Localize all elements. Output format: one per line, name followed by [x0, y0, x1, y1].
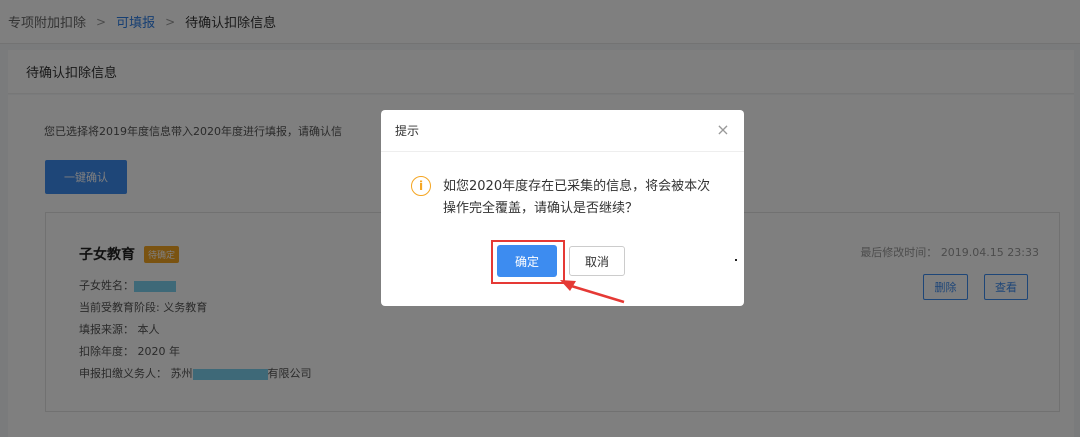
confirm-button[interactable]: 确定: [497, 245, 557, 277]
stray-dot: [735, 259, 737, 261]
close-icon[interactable]: ×: [714, 120, 732, 139]
dialog-message: 如您2020年度存在已采集的信息，将会被本次操作完全覆盖，请确认是否继续？: [443, 179, 711, 216]
dialog-title: 提示: [381, 110, 744, 152]
info-icon: i: [411, 176, 431, 196]
annotation-arrow-icon: [560, 280, 625, 304]
dialog-body: i 如您2020年度存在已采集的信息，将会被本次操作完全覆盖，请确认是否继续？: [411, 176, 721, 220]
